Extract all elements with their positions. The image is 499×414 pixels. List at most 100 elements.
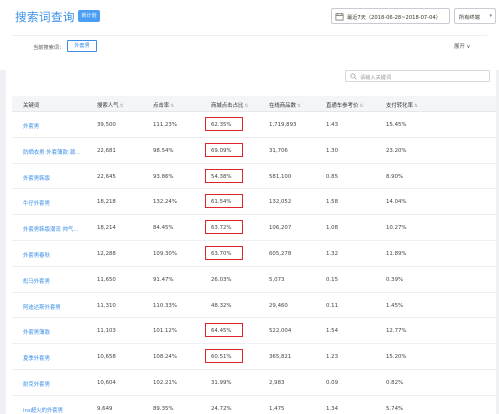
mall-ratio-cell: 26.03% <box>211 276 232 283</box>
sort-icon: ⇅ <box>296 104 301 109</box>
ctr-cell: 89.35% <box>153 405 174 412</box>
ctr-cell: 108.24% <box>153 354 177 361</box>
ref-price-cell: 0.85 <box>326 173 339 180</box>
col-ctr-label: 点击率 <box>153 103 170 109</box>
conversion-cell: 14.04% <box>386 199 407 206</box>
items-cell: 29,460 <box>269 302 288 309</box>
mall-ratio-cell: 61.54% <box>211 199 232 206</box>
keyword-cell[interactable]: 防晒衣男 外套薄款 潮... <box>23 148 81 156</box>
keyword-cell[interactable]: 夏季外套男 <box>23 354 81 362</box>
col-ctr[interactable]: 点击率⇅ <box>153 101 174 109</box>
col-mall-ratio[interactable]: 商城点击占比⇅ <box>211 101 248 109</box>
keyword-cell[interactable]: ins超火的外套男 <box>23 406 81 414</box>
ref-price-cell: 1.30 <box>326 147 339 154</box>
conversion-cell: 10.27% <box>386 225 407 232</box>
results-panel: 请输入关键词 关键词 搜索人气⇅ 点击率⇅ 商城点击占比⇅ 在线商品数⇅ 直通车… <box>6 62 496 414</box>
popularity-cell: 11,103 <box>97 328 116 335</box>
keyword-cell[interactable]: 牛仔外套男 <box>23 199 81 207</box>
items-cell: 106,207 <box>269 225 292 232</box>
table-row: 阿迪达斯外套男 11,310 110.33% 48.32% 29,460 0.11 1.45… <box>12 292 496 319</box>
ctr-cell: 111.23% <box>153 122 177 128</box>
keyword-cell[interactable]: 外套男韩版 <box>23 174 81 182</box>
col-items[interactable]: 在线商品数⇅ <box>269 101 301 109</box>
sort-icon: ⇅ <box>170 104 175 109</box>
ctr-cell: 132.24% <box>153 199 177 206</box>
keyword-cell[interactable]: 阿迪达斯外套男 <box>23 303 81 311</box>
ctr-cell: 102.21% <box>153 380 177 386</box>
items-cell: 5,073 <box>269 276 285 283</box>
calendar-icon <box>335 12 344 21</box>
keyword-cell[interactable]: 彪马外套男 <box>23 277 81 285</box>
mall-ratio-cell: 63.70% <box>211 251 232 257</box>
ref-price-cell: 1.32 <box>326 251 339 257</box>
sort-icon: ⇅ <box>119 104 124 109</box>
table-row: 牛仔外套男 18,218 132.24% 61.54% 132,052 1.58 14.04… <box>12 189 496 216</box>
sort-icon: ⇅ <box>359 104 364 109</box>
keyword-cell[interactable]: 外套男韩版潮流 帅气... <box>23 225 81 233</box>
table-row: 彪马外套男 11,650 91.47% 26.03% 5,073 0.15 0.39% <box>12 266 496 293</box>
conversion-cell: 11.89% <box>386 251 407 257</box>
plan-badge: 新计划 <box>78 10 100 22</box>
items-cell: 522,004 <box>269 328 292 335</box>
keyword-cell[interactable]: 外套男薄款 <box>23 328 81 336</box>
col-conversion[interactable]: 支付转化率⇅ <box>386 101 418 109</box>
keyword-cell[interactable]: 外套男 <box>23 122 81 130</box>
search-placeholder: 请输入关键词 <box>360 75 392 81</box>
popularity-cell: 39,500 <box>97 122 116 128</box>
mall-ratio-cell: 60.51% <box>211 354 232 361</box>
popularity-cell: 11,650 <box>97 276 116 283</box>
items-cell: 1,475 <box>269 405 285 412</box>
conversion-cell: 23.20% <box>386 147 407 154</box>
conversion-cell: 15.45% <box>386 122 407 128</box>
col-keyword[interactable]: 关键词 <box>23 101 39 109</box>
date-range-picker[interactable]: 最近7天（2018-06-28~2018-07-04） <box>331 8 450 24</box>
terminal-select[interactable]: 所有终端 ▾ <box>454 8 496 24</box>
conversion-cell: 12.77% <box>386 328 407 335</box>
keyword-cell[interactable]: 耐克外套男 <box>23 380 81 388</box>
expand-button[interactable]: 展开 ∨ <box>454 42 470 50</box>
mall-ratio-cell: 48.32% <box>211 302 232 309</box>
ctr-cell: 109.30% <box>153 251 177 257</box>
col-ref-price-label: 直通车参考价 <box>326 103 359 109</box>
conversion-cell: 0.39% <box>386 276 404 283</box>
popularity-cell: 18,218 <box>97 199 116 206</box>
mall-ratio-cell: 24.72% <box>211 405 232 412</box>
ref-price-cell: 1.34 <box>326 405 339 412</box>
popularity-cell: 12,288 <box>97 251 116 257</box>
chevron-down-icon: ∨ <box>466 44 471 50</box>
popularity-cell: 22,645 <box>97 173 116 180</box>
col-ref-price[interactable]: 直通车参考价⇅ <box>326 101 363 109</box>
keyword-cell[interactable]: 外套男春秋 <box>23 251 81 259</box>
mall-ratio-cell: 64.45% <box>211 328 232 335</box>
keyword-search-input[interactable]: 请输入关键词 <box>345 70 490 82</box>
date-range-text: 最近7天（2018-06-28~2018-07-04） <box>347 15 441 21</box>
conversion-cell: 1.45% <box>386 302 404 309</box>
terminal-select-value: 所有终端 <box>459 15 480 21</box>
table-row: 外套男韩版潮流 帅气... 18,214 84.45% 63.72% 106,207 1.… <box>12 215 496 241</box>
sort-icon: ⇅ <box>244 104 249 109</box>
mall-ratio-cell: 63.72% <box>211 225 232 232</box>
items-cell: 605,278 <box>269 251 292 257</box>
popularity-cell: 10,604 <box>97 380 116 386</box>
col-items-label: 在线商品数 <box>269 103 296 109</box>
conversion-cell: 0.82% <box>386 380 404 386</box>
ctr-cell: 91.47% <box>153 276 174 283</box>
popularity-cell: 22,681 <box>97 147 116 154</box>
mall-ratio-cell: 62.35% <box>211 122 232 128</box>
col-popularity[interactable]: 搜索人气⇅ <box>97 101 123 109</box>
popularity-cell: 11,310 <box>97 302 116 309</box>
col-mall-ratio-label: 商城点击占比 <box>211 103 244 109</box>
ref-price-cell: 0.11 <box>326 302 339 309</box>
top-bar: 搜索词查询 新计划 最近7天（2018-06-28~2018-07-04） 所有… <box>0 0 499 70</box>
ctr-cell: 101.12% <box>153 328 177 335</box>
ref-price-cell: 1.43 <box>326 122 339 128</box>
items-cell: 132,052 <box>269 199 292 206</box>
popularity-cell: 18,214 <box>97 225 116 232</box>
table-row: 外套男 39,500 111.23% 62.35% 1,719,893 1.43 15.45… <box>12 112 496 138</box>
col-conversion-label: 支付转化率 <box>386 103 413 109</box>
mall-ratio-cell: 69.09% <box>211 147 232 154</box>
filter-tag[interactable]: 外套男 <box>67 40 97 52</box>
chevron-down-icon: ▾ <box>489 13 492 19</box>
sort-icon: ⇅ <box>413 104 418 109</box>
page-title: 搜索词查询 <box>15 10 75 24</box>
